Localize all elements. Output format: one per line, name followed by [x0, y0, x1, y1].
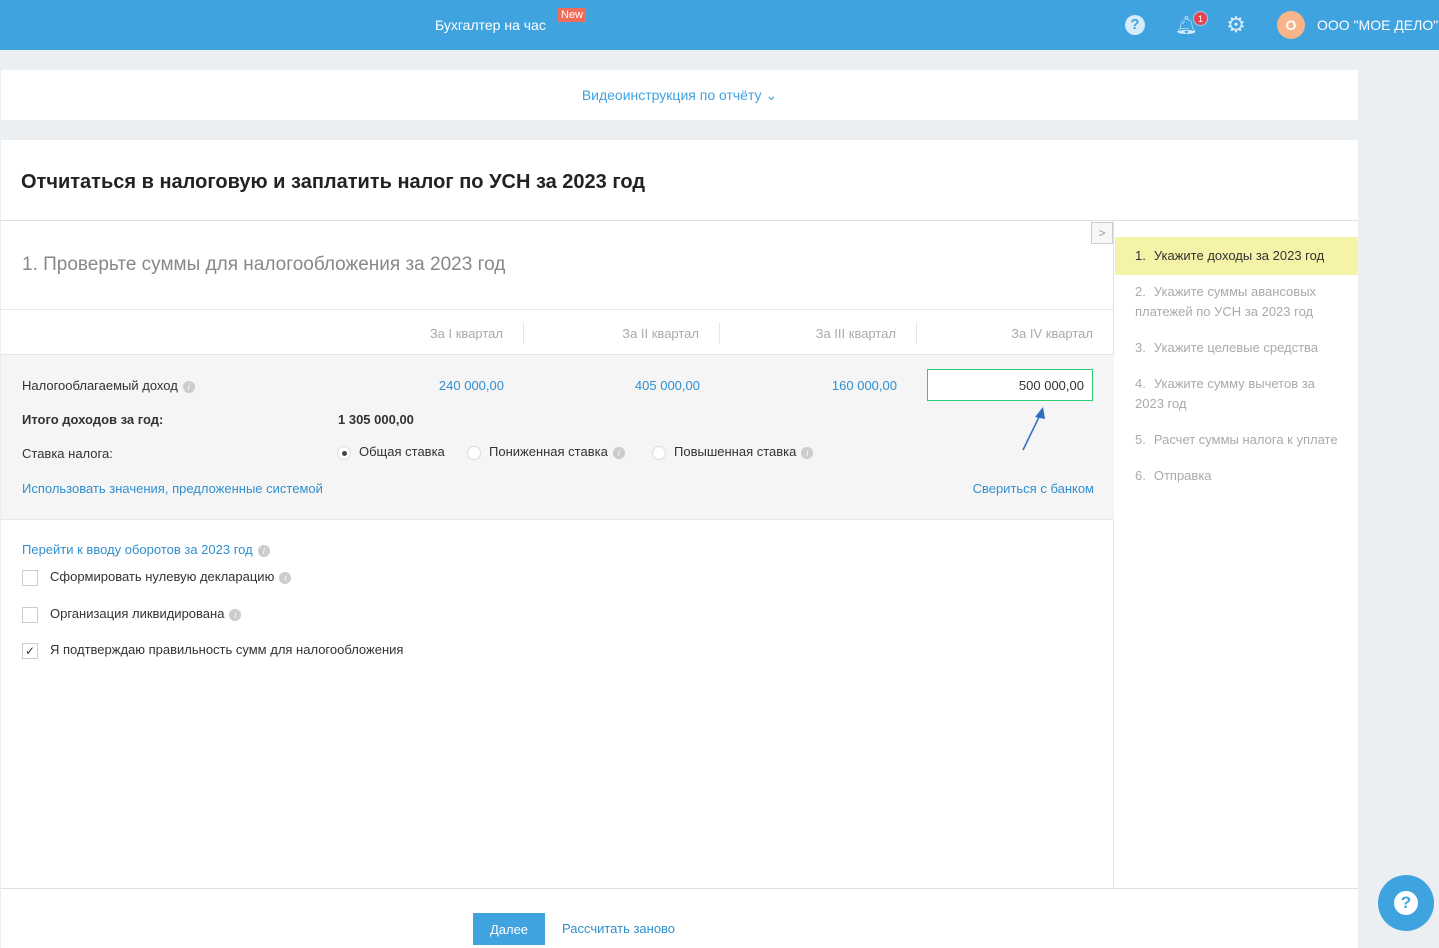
- section-title: 1. Проверьте суммы для налогообложения з…: [22, 254, 506, 275]
- step-item[interactable]: 3. Укажите целевые средства: [1115, 329, 1358, 367]
- page-title: Отчитаться в налоговую и заплатить налог…: [21, 171, 646, 193]
- divider: [1, 888, 1358, 889]
- report-card: Отчитаться в налоговую и заплатить налог…: [1, 140, 1358, 948]
- radio-reduced[interactable]: [467, 445, 481, 460]
- step-item[interactable]: 2. Укажите суммы авансовых платежей по УС…: [1115, 273, 1358, 331]
- liquidated-checkbox[interactable]: Организация ликвидирована i: [22, 606, 242, 623]
- steps-sidebar: 1. Укажите доходы за 2023 год 2. Укажите с…: [1115, 237, 1358, 493]
- zero-declaration-checkbox[interactable]: Сформировать нулевую декларацию i: [22, 569, 292, 586]
- radio-increased[interactable]: [652, 445, 666, 460]
- q3-income[interactable]: 160 000,00: [777, 378, 897, 393]
- info-icon[interactable]: i: [612, 446, 625, 459]
- video-label: Видеоинструкция по отчёту: [581, 87, 762, 103]
- info-icon[interactable]: i: [279, 571, 292, 584]
- gear-icon[interactable]: ⚙: [1225, 14, 1247, 36]
- q4-income-input[interactable]: 500 000,00: [927, 369, 1093, 401]
- total-value: 1 305 000,00: [338, 412, 414, 427]
- q1-income[interactable]: 240 000,00: [384, 378, 504, 393]
- rate-reduced[interactable]: Пониженная ставка i: [467, 444, 625, 460]
- quarter-header: За I квартал: [429, 326, 503, 341]
- reconcile-bank-link[interactable]: Свериться с банком: [973, 481, 1094, 496]
- step-item[interactable]: 4. Укажите сумму вычетов за 2023 год: [1115, 365, 1358, 423]
- chevron-down-icon: ⌄: [765, 87, 778, 103]
- quarter-header: За III квартал: [815, 326, 896, 341]
- info-icon[interactable]: i: [229, 608, 242, 621]
- quarter-header: За IV квартал: [1011, 326, 1093, 341]
- income-label: Налогооблагаемый доход i: [22, 378, 195, 393]
- rate-label: Ставка налога:: [22, 446, 113, 461]
- top-bar: Бухгалтер на час New ? 🔔︎ 1 ⚙ О ООО "МОЕ…: [0, 0, 1439, 50]
- help-icon: ?: [1394, 891, 1418, 915]
- recalculate-link[interactable]: Рассчитать заново: [562, 921, 675, 936]
- quarter-header: За II квартал: [622, 326, 699, 341]
- brand-link[interactable]: Бухгалтер на час: [435, 17, 546, 33]
- income-panel: Налогооблагаемый доход i 240 000,00 405 0…: [1, 354, 1114, 520]
- q2-income[interactable]: 405 000,00: [580, 378, 700, 393]
- rate-general[interactable]: Общая ставка: [337, 444, 445, 460]
- info-icon[interactable]: i: [257, 544, 270, 557]
- info-icon[interactable]: i: [801, 446, 814, 459]
- step-content: 1. Проверьте суммы для налогообложения з…: [1, 221, 1114, 888]
- next-button[interactable]: Далее: [473, 913, 545, 945]
- radio-general[interactable]: [337, 445, 351, 460]
- help-icon[interactable]: ?: [1125, 15, 1145, 35]
- rate-increased[interactable]: Повышенная ставка i: [652, 444, 814, 460]
- step-item[interactable]: 5. Расчет суммы налога к уплате: [1115, 421, 1358, 459]
- video-instruction-toggle[interactable]: Видеоинструкция по отчёту ⌄: [1, 70, 1358, 120]
- avatar[interactable]: О: [1277, 11, 1305, 39]
- divider: [1, 309, 1114, 310]
- info-icon[interactable]: i: [182, 380, 195, 393]
- step-item[interactable]: 6. Отправка: [1115, 457, 1358, 495]
- chevron-right-icon[interactable]: >: [1091, 222, 1113, 244]
- notification-badge: 1: [1193, 11, 1208, 26]
- step-item[interactable]: 1. Укажите доходы за 2023 год: [1115, 237, 1358, 275]
- check-icon[interactable]: ✓: [22, 642, 38, 659]
- arrow-annotation: [1022, 407, 1045, 451]
- use-system-values-link[interactable]: Использовать значения, предложенные сист…: [22, 481, 323, 496]
- turnover-link: Перейти к вводу оборотов за 2023 год i: [22, 542, 270, 557]
- org-name[interactable]: ООО "МОЕ ДЕЛО": [1317, 17, 1438, 33]
- total-label: Итого доходов за год:: [22, 412, 164, 427]
- confirm-checkbox[interactable]: ✓ Я подтверждаю правильность сумм для нал…: [22, 642, 403, 659]
- new-badge: New: [558, 8, 587, 22]
- help-chat-button[interactable]: ?: [1378, 875, 1434, 931]
